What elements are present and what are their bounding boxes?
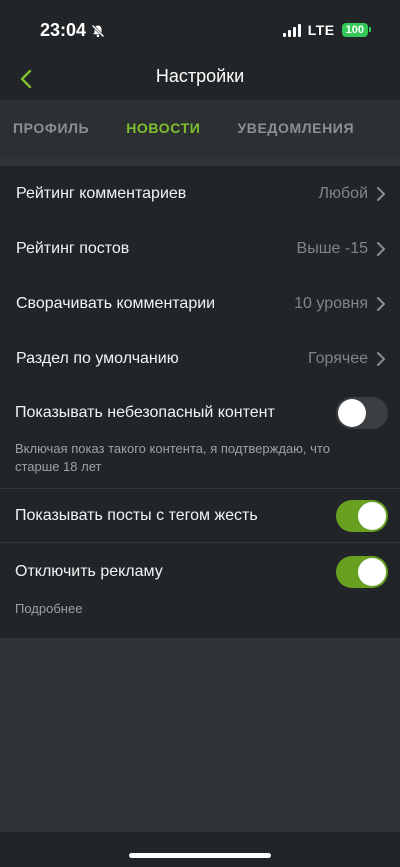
comment-rating-label: Рейтинг комментариев [16,184,187,202]
status-time: 23:04 [40,20,87,40]
tab-notifications[interactable]: УВЕДОМЛЕНИЯ [237,120,354,136]
tab-bar: ПРОФИЛЬ НОВОСТИ УВЕДОМЛЕНИЯ [0,100,400,156]
unsafe-content-label: Показывать небезопасный контент [15,404,275,421]
disable-ads-toggle[interactable] [336,556,388,588]
unsafe-content-row: Показывать небезопасный контент [0,386,400,440]
gore-posts-toggle[interactable] [336,499,388,532]
chevron-right-icon [377,296,385,311]
network-type: LTE [307,22,335,38]
collapse-comments-label: Сворачивать комментарии [16,294,216,312]
toggle-knob [358,501,386,530]
collapse-comments-row[interactable]: Сворачивать комментарии 10 уровня [0,276,400,331]
unsafe-content-hint: Включая показ такого контента, я подтвер… [15,441,330,474]
tab-profile[interactable]: ПРОФИЛЬ [13,120,89,136]
status-indicators: LTE 100 [282,22,372,38]
comment-rating-value: Любой [318,184,369,202]
top-area: 23:04 LTE 100 Настройки [0,0,400,100]
gore-posts-label: Показывать посты с тегом жесть [15,506,258,524]
post-rating-label: Рейтинг постов [16,239,130,257]
status-time-group: 23:04 [40,20,105,41]
gore-posts-row: Показывать посты с тегом жесть [0,489,400,542]
comment-rating-row[interactable]: Рейтинг комментариев Любой [0,166,400,221]
post-rating-value: Выше -15 [296,239,368,257]
chevron-right-icon [377,186,385,201]
toggle-knob [358,558,386,586]
settings-list: Рейтинг комментариев Любой Рейтинг посто… [0,166,400,638]
collapse-comments-value-group: 10 уровня [294,295,386,313]
collapse-comments-value: 10 уровня [294,294,368,312]
default-section-row[interactable]: Раздел по умолчанию Горячее [0,331,400,386]
chevron-right-icon [377,241,385,256]
comment-rating-value-group: Любой [319,185,387,203]
bell-slash-icon [91,24,105,37]
chevron-right-icon [377,351,385,366]
default-section-value: Горячее [307,349,368,367]
default-section-value-group: Горячее [308,350,386,368]
status-bar: 23:04 LTE 100 [0,0,400,58]
post-rating-value-group: Выше -15 [297,240,386,258]
disable-ads-label: Отключить рекламу [15,563,163,580]
disable-ads-row: Отключить рекламу [0,543,400,601]
page-title: Настройки [155,66,245,86]
tab-news[interactable]: НОВОСТИ [126,120,200,136]
post-rating-row[interactable]: Рейтинг постов Выше -15 [0,221,400,276]
nav-bar: Настройки [0,58,400,100]
default-section-label: Раздел по умолчанию [16,349,179,367]
home-area [0,832,400,867]
toggle-knob [338,399,366,427]
home-indicator[interactable] [129,853,271,858]
signal-bars-icon [282,23,301,37]
battery-icon: 100 [341,23,372,37]
unsafe-content-toggle[interactable] [336,397,388,429]
more-info-link[interactable]: Подробнее [0,601,400,616]
